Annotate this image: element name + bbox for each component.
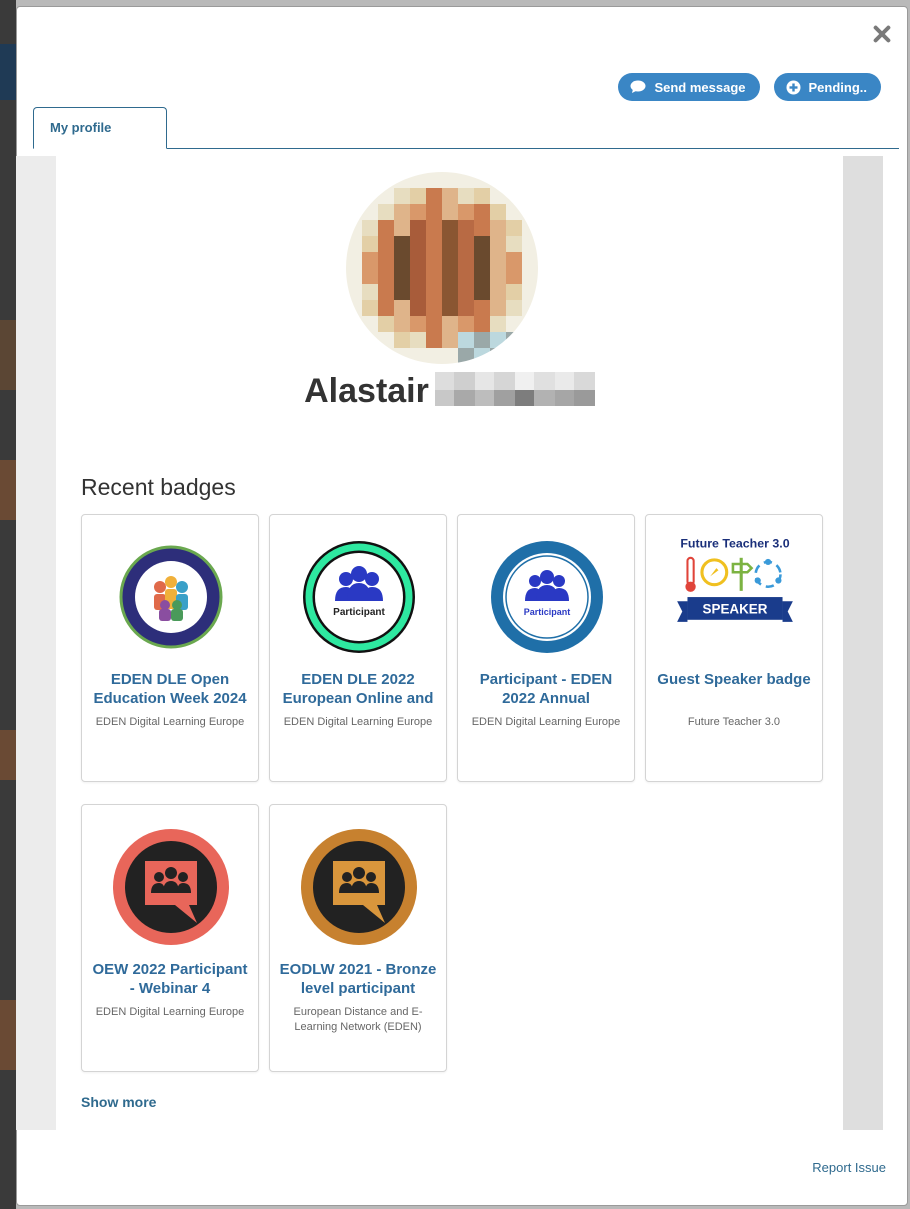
badge-issuer: Future Teacher 3.0 <box>687 716 781 728</box>
badge-issuer: EDEN Digital Learning Europe <box>95 716 245 728</box>
badge-card[interactable]: Future Teacher 3.0 SPEAKER Guest Speaker… <box>645 514 823 782</box>
badge-issuer: EDEN Digital Learning Europe <box>471 716 621 728</box>
badge-issuer: EDEN Digital Learning Europe <box>95 1006 245 1018</box>
badge-issuer: European Distance and E-Learning Network… <box>293 1006 423 1033</box>
close-icon[interactable] <box>869 21 895 47</box>
profile-tabs: My profile <box>33 105 899 149</box>
pending-label: Pending.. <box>808 79 868 95</box>
participant-badge-icon: Participant <box>303 541 415 653</box>
chat-bubble-icon <box>630 80 646 93</box>
badge-label: SPEAKER <box>703 602 768 617</box>
garden-of-learning-bronze-badge-icon <box>301 829 417 945</box>
badge-title[interactable]: OEW 2022 Participant - Webinar 4 <box>90 960 250 1000</box>
garden-of-learning-red-badge-icon <box>113 829 229 945</box>
report-issue-link[interactable]: Report Issue <box>812 1160 886 1175</box>
send-message-label: Send message <box>654 79 746 95</box>
badge-label: Participant <box>524 607 571 617</box>
redacted-surname <box>434 372 595 406</box>
badge-title[interactable]: EODLW 2021 - Bronze level participant <box>278 960 438 1000</box>
badge-title[interactable]: EDEN DLE 2022 European Online and <box>278 670 438 710</box>
speaker-badge-icon: Future Teacher 3.0 SPEAKER <box>677 536 793 622</box>
badge-card[interactable]: Participant EDEN DLE 2022 European Onlin… <box>269 514 447 782</box>
avatar <box>346 172 538 364</box>
recent-badges-heading: Recent badges <box>81 474 236 500</box>
open-education-week-badge-icon <box>119 545 223 649</box>
profile-actions: Send message Pending.. <box>618 73 881 101</box>
badge-card[interactable]: EODLW 2021 - Bronze level participant Eu… <box>269 804 447 1072</box>
send-message-button[interactable]: Send message <box>618 73 760 101</box>
badge-title[interactable]: Participant - EDEN 2022 Annual <box>466 670 626 710</box>
badge-card[interactable]: OEW 2022 Participant - Webinar 4 EDEN Di… <box>81 804 259 1072</box>
show-more-link[interactable]: Show more <box>81 1094 156 1110</box>
badge-card[interactable]: Participant Participant - EDEN 2022 Annu… <box>457 514 635 782</box>
profile-name: Alastair <box>56 372 843 411</box>
badge-issuer: EDEN Digital Learning Europe <box>283 716 433 728</box>
pending-button[interactable]: Pending.. <box>773 73 881 101</box>
annual-conference-badge-icon: Participant <box>491 541 603 653</box>
background-page <box>0 0 16 1209</box>
badge-title[interactable]: Guest Speaker badge <box>654 670 814 710</box>
plus-circle-icon <box>786 80 800 94</box>
badge-card[interactable]: EDEN DLE Open Education Week 2024 EDEN D… <box>81 514 259 782</box>
badge-heading: Future Teacher 3.0 <box>680 536 789 550</box>
profile-content: Alastair Recent badges EDEN DLE Open Edu… <box>56 156 843 1130</box>
badge-label: Participant <box>333 607 385 618</box>
badge-title[interactable]: EDEN DLE Open Education Week 2024 <box>90 670 250 710</box>
tab-my-profile[interactable]: My profile <box>33 107 167 149</box>
